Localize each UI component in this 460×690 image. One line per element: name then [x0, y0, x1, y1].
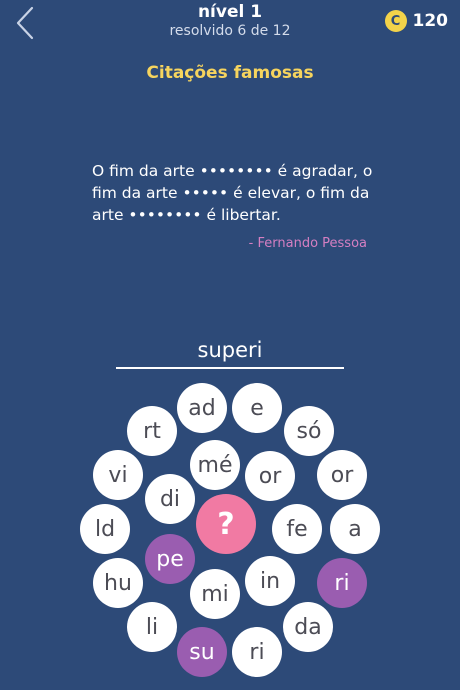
coin-icon: C — [384, 10, 407, 32]
syllable-bubble[interactable]: a — [330, 504, 380, 554]
quote-blank: •••••••• — [199, 162, 273, 180]
quote-part: é libertar. — [201, 206, 281, 224]
top-bar: nível 1 resolvido 6 de 12 C 120 — [0, 0, 460, 50]
syllable-bubble[interactable]: or — [317, 450, 367, 500]
hint-button[interactable]: ? — [196, 494, 256, 554]
syllable-bubble[interactable]: vi — [93, 450, 143, 500]
syllable-bubble[interactable]: li — [127, 602, 177, 652]
syllable-bubble[interactable]: fe — [272, 504, 322, 554]
syllable-bubble[interactable]: e — [232, 383, 282, 433]
quote-text: O fim da arte •••••••• é agradar, o fim … — [92, 160, 382, 226]
syllable-bubble[interactable]: ri — [232, 627, 282, 677]
syllable-bubble-used[interactable]: su — [177, 627, 227, 677]
quote-blank: ••••• — [182, 184, 229, 202]
syllable-bubble[interactable]: hu — [93, 558, 143, 608]
syllable-bubble[interactable]: da — [283, 602, 333, 652]
syllable-bubble-used[interactable]: ri — [317, 558, 367, 608]
syllable-bubble[interactable]: mé — [190, 440, 240, 490]
syllable-bubble[interactable]: só — [284, 406, 334, 456]
category-title: Citações famosas — [146, 63, 314, 83]
syllable-bubble[interactable]: di — [145, 474, 195, 524]
quote-part: O fim da arte — [92, 162, 200, 180]
syllable-bubble-used[interactable]: pe — [145, 534, 195, 584]
answer-field: superi — [116, 338, 344, 369]
syllable-bubble[interactable]: ld — [80, 504, 130, 554]
syllable-bubble[interactable]: mi — [190, 569, 240, 619]
syllable-bubble[interactable]: in — [245, 556, 295, 606]
syllable-bubble[interactable]: or — [245, 451, 295, 501]
coin-count: 120 — [412, 11, 449, 31]
syllable-bubble[interactable]: rt — [127, 406, 177, 456]
syllable-bubble[interactable]: ad — [177, 383, 227, 433]
quote-author: - Fernando Pessoa — [248, 236, 367, 251]
coin-balance[interactable]: C 120 — [384, 10, 449, 32]
quote-blank: •••••••• — [128, 206, 202, 224]
